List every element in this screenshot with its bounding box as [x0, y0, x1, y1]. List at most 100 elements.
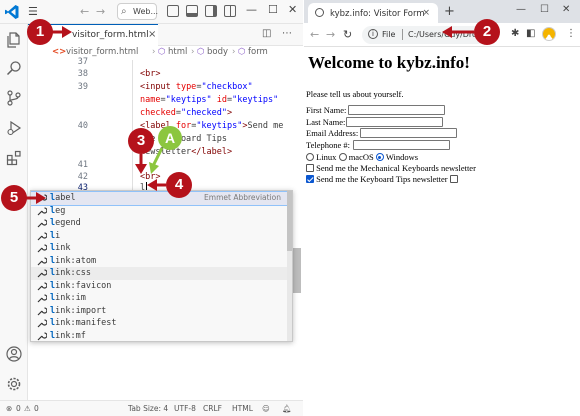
suggestion-list[interactable]: label Emmet Abbreviation leg legend li l… [30, 190, 293, 342]
minimize-icon[interactable]: — [246, 3, 257, 16]
wrench-icon [37, 244, 47, 253]
suggestion-label: link:favicon [50, 280, 112, 291]
wrench-icon [37, 281, 47, 290]
suggestion-label: link:manifest [50, 318, 117, 328]
error-count[interactable]: 0 [16, 404, 21, 413]
browser-back-icon[interactable]: ← [310, 28, 319, 41]
wrench-icon [37, 331, 47, 340]
telephone-input[interactable] [353, 140, 450, 150]
source-control-icon[interactable] [6, 90, 22, 106]
suggestion-item[interactable]: li [31, 230, 287, 243]
suggestion-item[interactable]: link:mf [31, 330, 287, 342]
sidebar-icon[interactable]: ◧ [526, 28, 535, 39]
suggestion-label: li [50, 230, 61, 241]
first-name-input[interactable] [348, 105, 445, 115]
new-tab-button[interactable]: + [444, 4, 455, 19]
radio-macos[interactable] [338, 153, 347, 161]
code-line: name="keytips" id="keytips" [140, 95, 279, 105]
suggestion-item[interactable]: link:manifest [31, 317, 287, 330]
browser-forward-icon[interactable]: → [326, 28, 335, 41]
callout-4: 4 [166, 172, 192, 198]
extensions-puzzle-icon[interactable]: ✱ [511, 28, 519, 39]
toggle-panel-icon[interactable] [186, 5, 198, 17]
run-debug-icon[interactable] [6, 120, 22, 136]
tab-label: visitor_form.html [72, 30, 149, 40]
tab-size[interactable]: Tab Size: 4 [128, 404, 168, 413]
suggestion-item[interactable]: link:css [31, 267, 287, 280]
mech-newsletter-checkbox[interactable] [306, 164, 314, 172]
errors-icon[interactable]: ⊗ [6, 404, 12, 413]
suggestion-label: legend [50, 218, 81, 228]
breadcrumb-html[interactable]: html [168, 47, 187, 57]
suggestion-scrollbar[interactable] [287, 191, 292, 341]
breadcrumb-separator-icon: › [232, 47, 236, 57]
breadcrumb-form[interactable]: form [248, 47, 268, 57]
feedback-icon[interactable]: ☺ [262, 404, 270, 413]
profile-avatar[interactable] [542, 27, 556, 41]
suggestion-item[interactable]: link:import [31, 305, 287, 318]
browser-tab[interactable]: kybz.info: Visitor Form × [308, 3, 438, 23]
email-input[interactable] [360, 128, 457, 138]
wrench-icon [37, 294, 47, 303]
suggestion-item[interactable]: label Emmet Abbreviation [31, 191, 288, 206]
suggestion-item[interactable]: link [31, 242, 287, 255]
last-name-input[interactable] [346, 117, 443, 127]
warning-icon[interactable]: ⚠ [24, 404, 31, 413]
warning-count[interactable]: 0 [34, 404, 39, 413]
callout-5: 5 [1, 185, 27, 211]
site-info-icon[interactable]: i [368, 29, 378, 39]
wrench-icon [37, 231, 47, 240]
breadcrumb-file[interactable]: visitor_form.html [66, 47, 138, 57]
language-mode[interactable]: HTML [232, 404, 253, 413]
back-arrow-icon[interactable]: ← [80, 5, 89, 18]
keytips-newsletter-checkbox[interactable] [306, 175, 314, 183]
extra-checkbox[interactable] [449, 175, 458, 183]
close-window-icon[interactable]: ✕ [288, 3, 297, 16]
suggestion-item[interactable]: link:favicon [31, 280, 287, 293]
browser-maximize-icon[interactable]: ☐ [540, 4, 549, 15]
toggle-secondary-sidebar-icon[interactable] [205, 5, 217, 17]
explorer-icon[interactable] [6, 32, 22, 48]
line-endings[interactable]: CRLF [203, 404, 222, 413]
callout-a: A [158, 126, 182, 150]
address-scheme: File [382, 30, 396, 39]
settings-gear-icon[interactable] [6, 376, 22, 392]
line-number: 38 [77, 69, 88, 79]
encoding[interactable]: UTF-8 [174, 404, 196, 413]
reload-icon[interactable]: ↻ [343, 28, 352, 41]
breadcrumb-separator-icon: › [191, 47, 195, 57]
radio-macos-label: macOS [348, 152, 374, 162]
suggestion-item[interactable]: link:im [31, 292, 287, 305]
toggle-sidebar-icon[interactable] [167, 5, 179, 17]
browser-tab-close-icon[interactable]: × [422, 8, 430, 18]
command-center-search[interactable]: ⌕ Web... [117, 3, 158, 20]
address-bar[interactable]: i File C:/Users/Guy/Dro... [362, 26, 486, 44]
callout-3: 3 [128, 128, 154, 154]
extensions-icon[interactable] [6, 150, 22, 166]
browser-toolbar: ← → ↻ i File C:/Users/Guy/Dro... ✱ ◧ ⋮ [304, 23, 580, 47]
notifications-bell-icon[interactable]: 🔔︎ [282, 404, 292, 413]
radio-linux[interactable] [306, 153, 314, 161]
suggestion-item[interactable]: legend [31, 217, 287, 230]
breadcrumb-body[interactable]: body [207, 47, 228, 57]
wrench-icon [37, 206, 47, 215]
more-actions-icon[interactable]: ⋯ [282, 28, 292, 39]
wrench-icon [37, 306, 47, 315]
globe-icon [315, 8, 324, 17]
browser-close-icon[interactable]: ✕ [562, 4, 570, 15]
customize-layout-icon[interactable] [224, 5, 236, 17]
menu-icon[interactable]: ☰ [28, 5, 38, 18]
suggestion-item[interactable]: leg [31, 205, 287, 218]
maximize-icon[interactable]: ☐ [268, 3, 278, 16]
suggestion-scrollbar-thumb[interactable] [287, 191, 292, 251]
browser-menu-icon[interactable]: ⋮ [566, 28, 576, 39]
code-line: <br> [140, 172, 161, 182]
radio-windows[interactable] [375, 153, 384, 161]
accounts-icon[interactable] [6, 346, 22, 362]
forward-arrow-icon[interactable]: → [96, 5, 105, 18]
split-editor-icon[interactable]: ◫ [262, 28, 271, 39]
suggestion-item[interactable]: link:atom [31, 255, 287, 268]
tab-close-icon[interactable]: × [148, 29, 156, 40]
browser-minimize-icon[interactable]: — [516, 4, 526, 15]
search-view-icon[interactable] [6, 60, 22, 76]
